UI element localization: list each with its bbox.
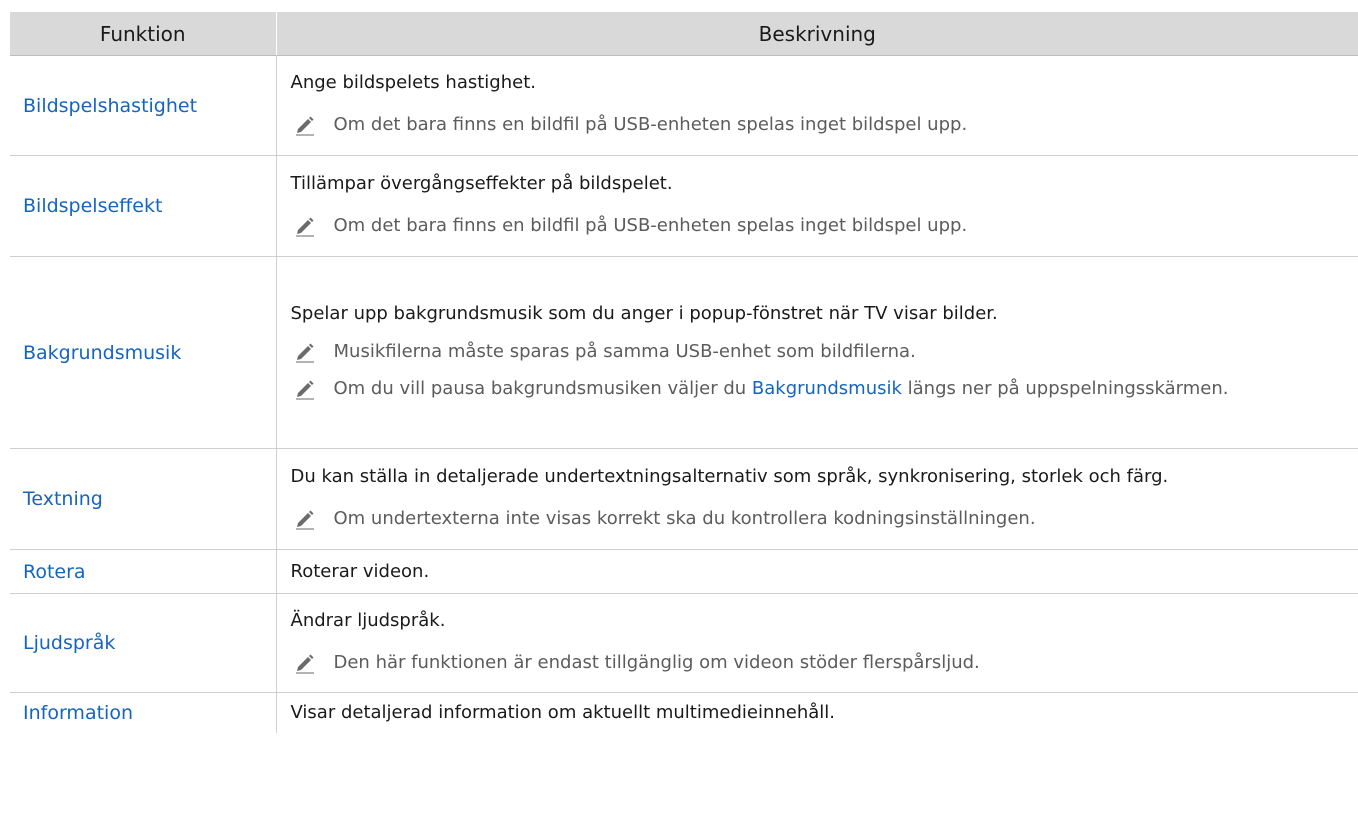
note: Om det bara finns en bildfil på USB-enhe… xyxy=(291,209,1358,242)
pencil-note-icon xyxy=(295,217,314,237)
note: Om undertexterna inte visas korrekt ska … xyxy=(291,502,1358,535)
note: Musikfilerna måste sparas på samma USB-e… xyxy=(291,335,1358,368)
table-row: Ljudspråk Ändrar ljudspråk. Den här funk… xyxy=(10,593,1358,693)
description-text: Visar detaljerad information om aktuellt… xyxy=(290,701,836,723)
note: Den här funktionen är endast tillgänglig… xyxy=(291,646,1358,679)
pencil-note-icon xyxy=(295,343,314,363)
description-text: Roterar videon. xyxy=(290,560,430,582)
pencil-note-icon xyxy=(295,510,314,530)
table-row: Bildspelshastighet Ange bildspelets hast… xyxy=(10,55,1358,156)
pencil-note-icon xyxy=(295,380,314,400)
note-text-after: längs ner på uppspelningsskärmen. xyxy=(901,377,1229,399)
table-row: Bildspelseffekt Tillämpar övergångseffek… xyxy=(10,155,1358,257)
function-description: Spelar upp bakgrundsmusik som du anger i… xyxy=(276,256,1358,449)
table-row: Bakgrundsmusik Spelar upp bakgrundsmusik… xyxy=(10,256,1358,449)
pencil-note-icon xyxy=(295,654,314,674)
table-header: Funktion Beskrivning xyxy=(10,12,1358,56)
function-table: Funktion Beskrivning Bildspelshastighet … xyxy=(10,12,1358,733)
function-description: Tillämpar övergångseffekter på bildspele… xyxy=(276,155,1358,257)
function-description: Ändrar ljudspråk. Den här funktionen är … xyxy=(276,593,1358,693)
note-text: Om undertexterna inte visas korrekt ska … xyxy=(333,507,1036,529)
function-description: Ange bildspelets hastighet. Om det bara … xyxy=(276,55,1358,156)
function-name: Information xyxy=(10,692,277,733)
function-description: Du kan ställa in detaljerade undertextni… xyxy=(276,448,1358,550)
note-text-before: Om du vill pausa bakgrundsmusiken väljer… xyxy=(333,377,752,399)
description-text: Ändrar ljudspråk. xyxy=(290,609,446,631)
description-text: Spelar upp bakgrundsmusik som du anger i… xyxy=(290,302,998,324)
function-name: Bildspelseffekt xyxy=(10,155,277,257)
header-beskrivning: Beskrivning xyxy=(276,12,1358,56)
description-text: Du kan ställa in detaljerade undertextni… xyxy=(290,465,1169,487)
description-text: Tillämpar övergångseffekter på bildspele… xyxy=(290,172,673,194)
note-text: Den här funktionen är endast tillgänglig… xyxy=(333,651,980,673)
note-text: Musikfilerna måste sparas på samma USB-e… xyxy=(333,340,916,362)
function-name: Bildspelshastighet xyxy=(10,55,277,156)
table-row: Textning Du kan ställa in detaljerade un… xyxy=(10,448,1358,550)
table-row: Information Visar detaljerad information… xyxy=(10,692,1358,733)
header-funktion: Funktion xyxy=(10,12,277,56)
note: Om du vill pausa bakgrundsmusiken väljer… xyxy=(291,372,1358,405)
function-description: Roterar videon. xyxy=(276,549,1358,594)
note-text: Om det bara finns en bildfil på USB-enhe… xyxy=(333,114,968,135)
description-text: Ange bildspelets hastighet. xyxy=(290,72,536,93)
note-text: Om det bara finns en bildfil på USB-enhe… xyxy=(333,214,968,236)
pencil-note-icon xyxy=(295,116,314,136)
note-highlight-bakgrundsmusik: Bakgrundsmusik xyxy=(751,377,902,399)
function-name: Ljudspråk xyxy=(10,593,277,693)
function-name: Bakgrundsmusik xyxy=(10,256,277,449)
note: Om det bara finns en bildfil på USB-enhe… xyxy=(291,108,1358,141)
function-table-container: Funktion Beskrivning Bildspelshastighet … xyxy=(10,12,1358,733)
function-name: Textning xyxy=(10,448,277,550)
function-name: Rotera xyxy=(10,549,277,594)
table-row: Rotera Roterar videon. xyxy=(10,549,1358,594)
function-description: Visar detaljerad information om aktuellt… xyxy=(276,693,1358,733)
